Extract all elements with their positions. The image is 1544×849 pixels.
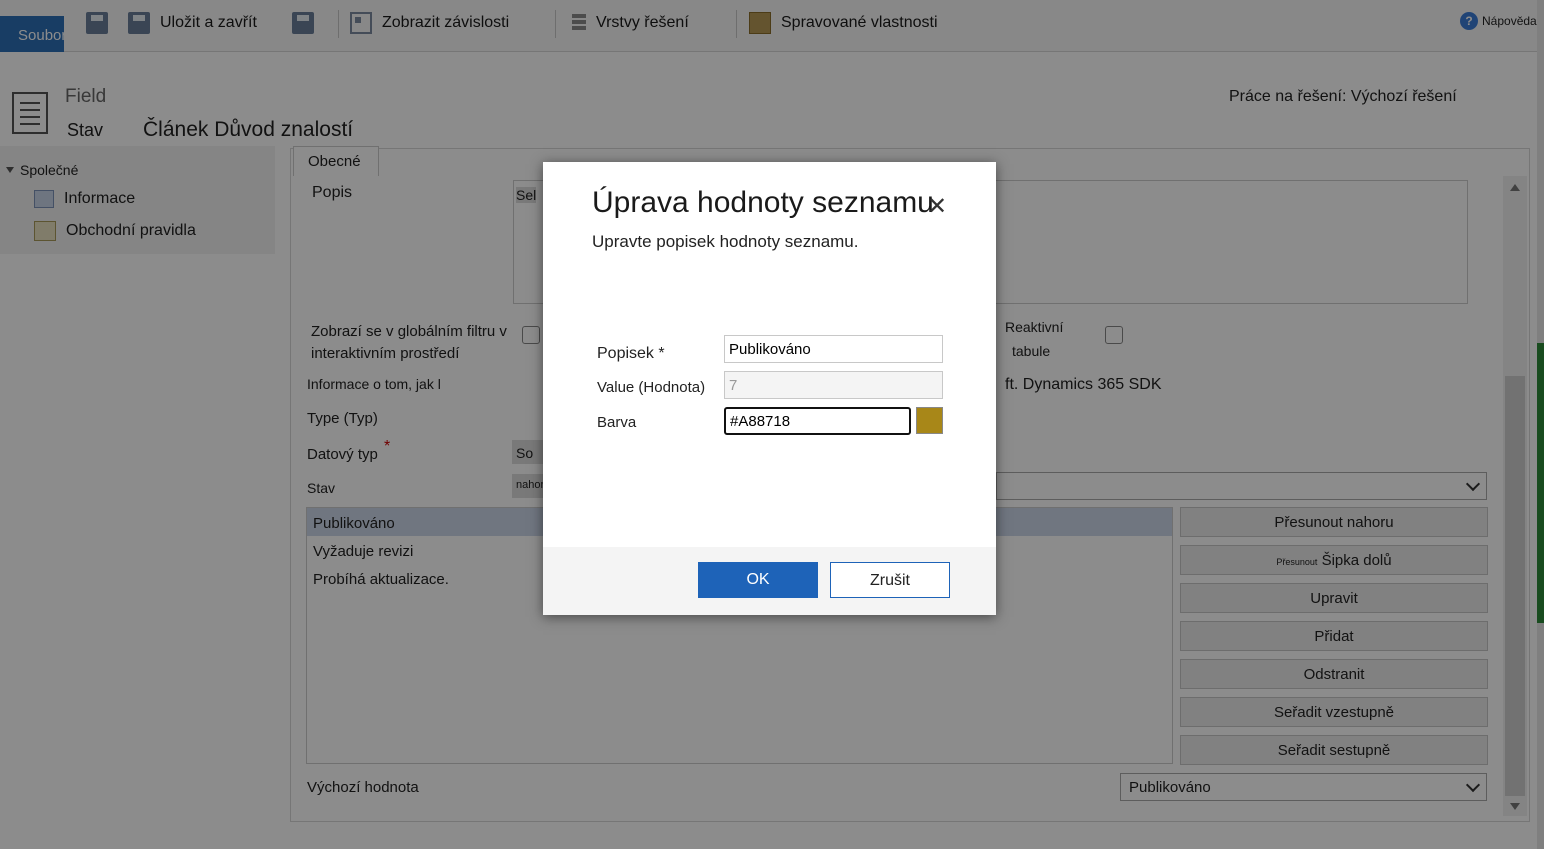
edit-list-value-dialog: Úprava hodnoty seznamu ✕ Upravte popisek… <box>543 162 996 615</box>
dialog-subtitle: Upravte popisek hodnoty seznamu. <box>592 232 859 251</box>
color-field-label: Barva <box>597 414 637 431</box>
close-icon[interactable]: ✕ <box>927 192 947 221</box>
ok-button[interactable]: OK <box>698 562 818 598</box>
value-input <box>724 371 943 399</box>
label-input[interactable] <box>724 335 943 363</box>
label-field-label: Popisek * <box>597 345 665 362</box>
cancel-button[interactable]: Zrušit <box>830 562 950 598</box>
value-field-label: Value (Hodnota) <box>597 379 706 396</box>
dialog-title: Úprava hodnoty seznamu <box>592 186 934 219</box>
color-input[interactable] <box>724 407 911 435</box>
color-swatch[interactable] <box>916 407 943 434</box>
